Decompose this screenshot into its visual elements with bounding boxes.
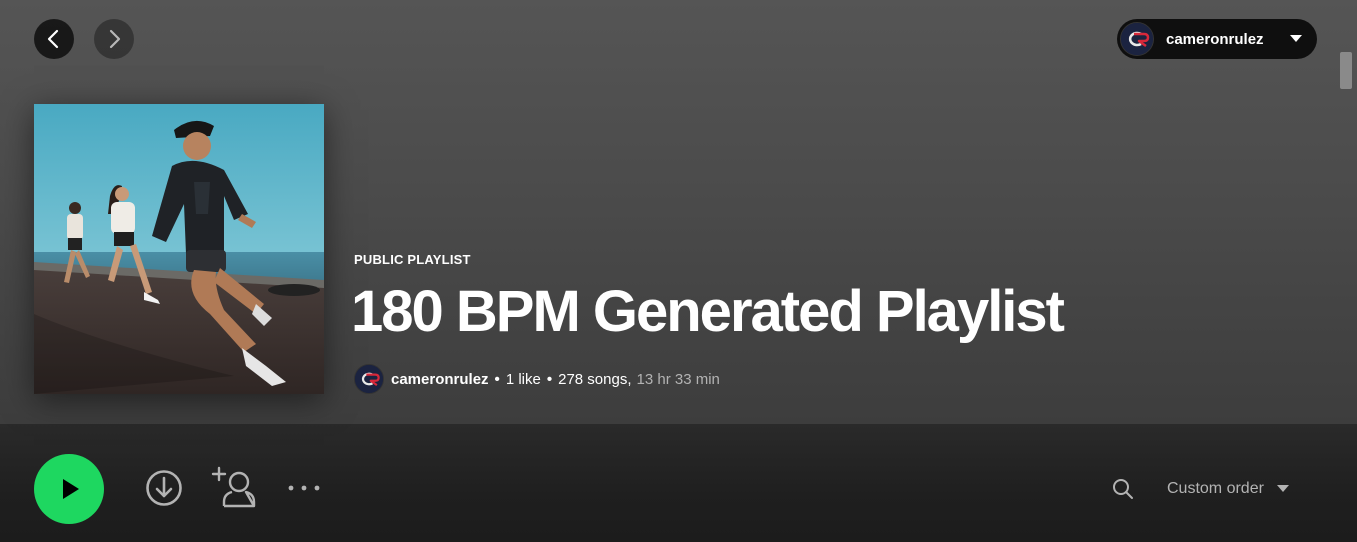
separator-dot: •: [494, 370, 500, 388]
avatar: [1120, 22, 1154, 56]
download-icon: [146, 470, 182, 506]
play-button[interactable]: [34, 454, 104, 524]
chevron-right-icon: [109, 29, 121, 49]
user-logo-icon: [1121, 23, 1153, 55]
add-user-icon: [211, 466, 256, 508]
song-count: 278 songs,: [558, 370, 632, 388]
sort-order-label: Custom order: [1167, 480, 1264, 497]
owner-link[interactable]: cameronrulez: [391, 371, 489, 388]
invite-collaborator-button[interactable]: [211, 466, 257, 510]
action-bar: [0, 424, 1357, 542]
owner-avatar: [354, 364, 384, 394]
like-count: 1 like: [505, 370, 541, 388]
search-in-playlist-button[interactable]: [1110, 476, 1136, 502]
separator-dot: •: [546, 370, 553, 388]
user-menu-button[interactable]: cameronrulez: [1117, 19, 1317, 59]
more-options-button[interactable]: [286, 478, 322, 498]
playlist-type-label: PUBLIC PLAYLIST: [354, 252, 471, 267]
user-logo-icon: [355, 365, 383, 393]
play-icon: [63, 479, 79, 499]
back-button[interactable]: [34, 19, 74, 59]
sort-order-dropdown[interactable]: Custom order: [1167, 477, 1290, 501]
playlist-page: cameronrulez PUBLIC PLAYLIST 180 BPM Gen…: [0, 0, 1357, 542]
caret-down-icon: [1276, 485, 1289, 492]
chevron-left-icon: [47, 29, 59, 49]
forward-button[interactable]: [94, 19, 134, 59]
search-icon: [1113, 479, 1133, 499]
playlist-meta: cameronrulez • 1 like • 278 songs, 13 hr…: [354, 364, 720, 394]
scrollbar-thumb[interactable]: [1340, 52, 1352, 89]
more-icon: [288, 485, 320, 491]
username: cameronrulez: [1166, 30, 1264, 48]
playlist-title: 180 BPM Generated Playlist: [351, 279, 1065, 344]
playlist-duration: 13 hr 33 min: [636, 370, 720, 388]
download-button[interactable]: [144, 468, 184, 508]
playlist-cover-image: [34, 104, 324, 394]
caret-down-icon: [1290, 35, 1302, 42]
